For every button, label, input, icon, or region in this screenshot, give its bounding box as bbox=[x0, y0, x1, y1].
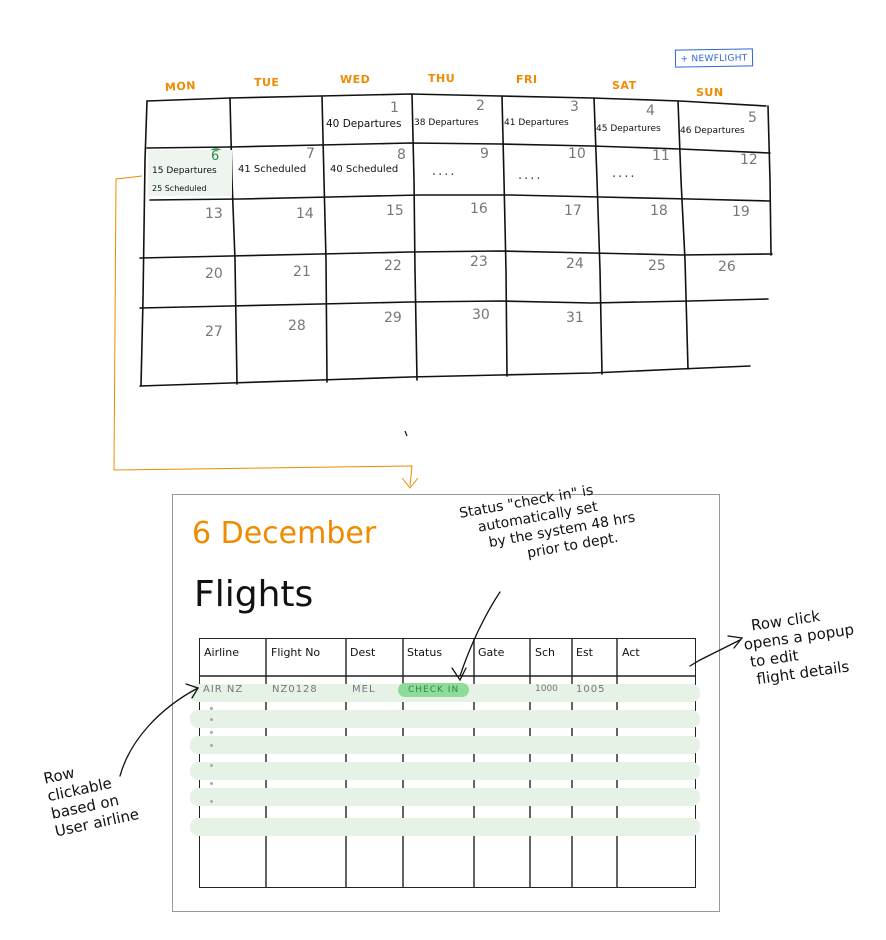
status-arrow bbox=[459, 591, 501, 677]
status-arrow-head bbox=[451, 667, 467, 682]
row-click-arrow bbox=[689, 639, 741, 667]
annotation-arrows bbox=[119, 591, 744, 777]
row-clickable-arrow bbox=[119, 687, 199, 777]
